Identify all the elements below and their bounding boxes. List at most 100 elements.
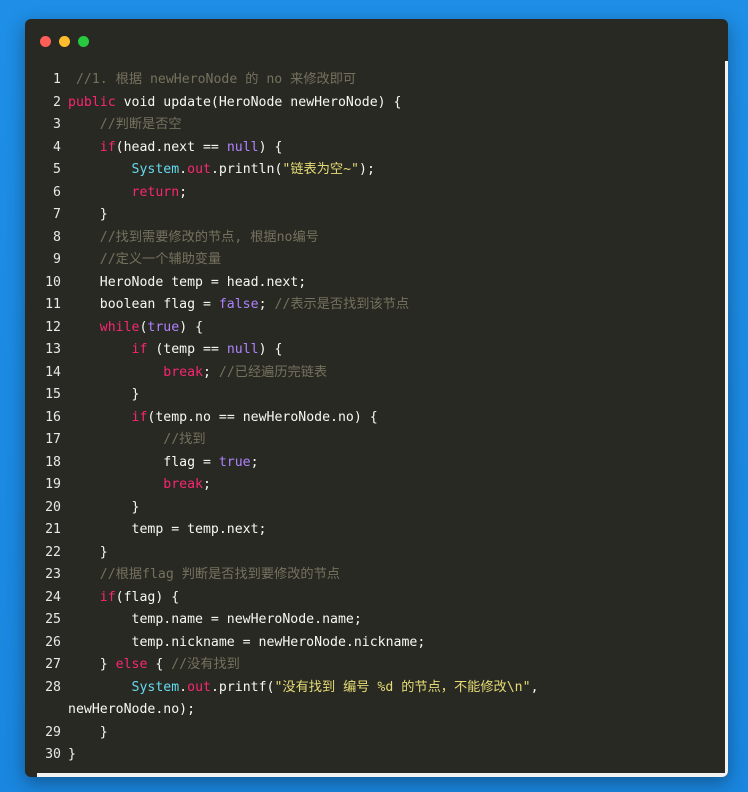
code-token: temp.nickname = newHeroNode.nickname; [68, 634, 426, 650]
code-text: break; //已经遍历完链表 [68, 362, 327, 385]
code-token: HeroNode temp = head.next; [68, 274, 307, 290]
code-text: System.out.printf("没有找到 编号 %d 的节点，不能修改\n… [68, 677, 539, 700]
close-button[interactable] [40, 36, 51, 47]
code-token: ; [202, 477, 211, 492]
code-text: temp.nickname = newHeroNode.nickname; [68, 632, 426, 655]
code-text: //定义一个辅助变量 [68, 249, 221, 272]
code-token: (temp.no == newHeroNode.no) { [147, 409, 378, 425]
code-token: //定义一个辅助变量 [68, 252, 222, 267]
line-number: 17 [45, 432, 61, 447]
code-text: public void update(HeroNode newHeroNode)… [68, 92, 401, 115]
code-token: boolean flag = [68, 297, 219, 312]
code-token: } [68, 207, 108, 222]
line-number: 8 [53, 229, 61, 245]
code-token: (flag) { [115, 589, 180, 605]
code-token: ); [359, 162, 375, 177]
line-number: 9 [53, 252, 61, 267]
code-token: } [68, 724, 108, 740]
code-token: out [187, 162, 211, 177]
code-token: "没有找到 编号 %d 的节点，不能修改\n" [274, 679, 531, 695]
code-text: //根据flag 判断是否找到要修改的节点 [68, 564, 340, 587]
code-token: ; [250, 454, 259, 470]
code-token: newHeroNode.no); [68, 702, 196, 717]
line-number: 10 [45, 274, 61, 290]
code-token: temp.name = newHeroNode.name; [68, 612, 362, 627]
line-number: 11 [45, 297, 61, 312]
code-token: if [99, 589, 116, 605]
code-editor[interactable]: 1 //1. 根据 newHeroNode 的 no 来修改即可 2 public … [25, 69, 728, 777]
maximize-button[interactable] [78, 36, 89, 47]
line-number: 22 [45, 544, 61, 560]
code-token: System [131, 679, 180, 695]
code-token: } [68, 499, 140, 515]
code-token: temp = temp.next; [68, 522, 267, 537]
code-text: } [68, 204, 108, 227]
line-number: 15 [45, 387, 61, 402]
line-number: 24 [45, 589, 61, 605]
code-token: break [163, 477, 203, 492]
code-token: //找到需要修改的节点, 根据no编号 [68, 229, 319, 245]
code-token: .printf( [210, 679, 275, 695]
code-text: temp = temp.next; [68, 519, 267, 542]
code-text: flag = true; [68, 452, 259, 475]
line-number: 29 [45, 724, 61, 740]
line-number: 30 [45, 747, 61, 762]
code-token: } [68, 747, 76, 762]
code-token: ) { [258, 342, 283, 357]
line-number: 7 [53, 207, 61, 222]
code-text: while(true) { [68, 317, 203, 340]
vertical-scrollbar[interactable] [725, 61, 728, 777]
code-text: if(temp.no == newHeroNode.no) { [68, 407, 378, 430]
line-number: 5 [53, 162, 61, 177]
code-token: .println( [210, 162, 283, 177]
code-token: public [68, 94, 116, 110]
code-token: . [179, 679, 188, 695]
line-number: 6 [53, 184, 61, 200]
code-text: if(head.next == null) { [68, 137, 283, 160]
code-token: ; [202, 364, 219, 380]
minimize-button[interactable] [59, 36, 70, 47]
code-text: } [68, 744, 76, 767]
code-token: null [226, 139, 259, 155]
line-number: 26 [45, 634, 61, 650]
code-token: //根据flag 判断是否找到要修改的节点 [68, 567, 340, 582]
code-token: , [530, 679, 539, 695]
code-text: //找到需要修改的节点, 根据no编号 [68, 227, 319, 250]
code-token: } [68, 387, 140, 402]
line-number: 21 [45, 522, 61, 537]
code-token: null [226, 342, 259, 357]
code-token: ; [179, 184, 188, 200]
code-token: } [68, 544, 108, 560]
code-text: //1. 根据 newHeroNode 的 no 来修改即可 [68, 69, 356, 92]
code-text: } [68, 722, 108, 745]
code-text: System.out.println("链表为空~"); [68, 159, 375, 182]
horizontal-scrollbar[interactable] [37, 773, 725, 777]
code-token: return [131, 184, 180, 200]
code-token: "链表为空~" [282, 162, 359, 177]
code-token: true [218, 454, 251, 470]
code-text: if(flag) { [68, 587, 179, 610]
window-titlebar [25, 19, 728, 63]
code-token: break [163, 364, 203, 380]
code-text: } else { //没有找到 [68, 654, 240, 677]
code-window: 1 //1. 根据 newHeroNode 的 no 来修改即可 2 public … [25, 19, 728, 777]
code-token: if [131, 409, 148, 425]
code-text: if (temp == null) { [68, 339, 283, 362]
code-token: //没有找到 [171, 657, 240, 672]
code-text: } [68, 542, 108, 565]
code-text: return; [68, 182, 188, 205]
code-token: out [187, 679, 211, 695]
code-token: flag = [68, 454, 219, 470]
code-token: . [179, 162, 188, 177]
code-text: //找到 [68, 429, 205, 452]
code-token: ) { [258, 139, 283, 155]
line-number: 12 [45, 319, 61, 335]
line-number: 16 [45, 409, 61, 425]
